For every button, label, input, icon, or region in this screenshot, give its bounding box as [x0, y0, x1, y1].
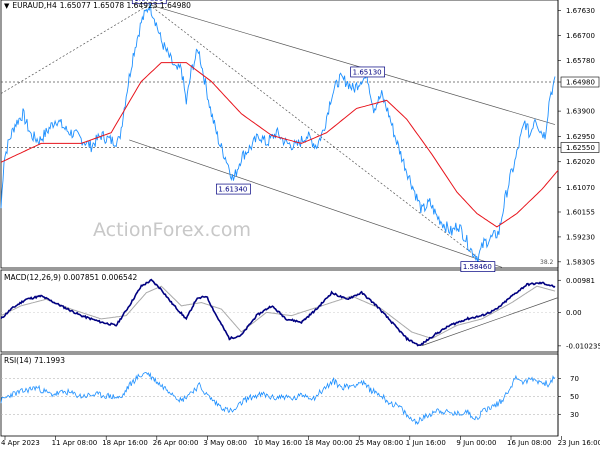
fib-level-label: 38.2 [540, 259, 554, 266]
price-line [0, 2, 556, 264]
macd-y-tick-label: 0.00 [566, 309, 582, 317]
price-y-tick-label: 1.66700 [566, 32, 595, 40]
x-tick-label: 4 Apr 2023 [1, 439, 40, 447]
x-tick-label: 26 Apr 00:00 [153, 439, 199, 447]
dropdown-triangle-icon[interactable]: ▼ [4, 2, 9, 10]
macd-y-tick-label: -0.010235 [566, 342, 600, 350]
price-y-tick-label: 1.65780 [566, 57, 595, 65]
price-annotation-label: 1.58460 [463, 263, 492, 271]
x-tick-label: 11 Apr 08:00 [52, 439, 98, 447]
price-y-tick-label: 1.62020 [566, 158, 595, 166]
x-tick-label: 18 Apr 16:00 [102, 439, 148, 447]
macd-trendline [421, 297, 559, 347]
symbol-label: EURAUD,H4 [12, 1, 57, 10]
price-annotation-label: 1.65130 [353, 68, 382, 76]
trendline [129, 139, 503, 268]
price-y-tick-label: 1.67630 [566, 7, 595, 15]
x-tick-label: 18 May 00:00 [305, 439, 353, 447]
rsi-y-tick-label: 50 [570, 393, 579, 401]
x-tick-label: 10 May 16:00 [254, 439, 302, 447]
price-pane-frame [0, 0, 559, 269]
macd-label: MACD(12,26,9) 0.007851 0.006542 [4, 273, 138, 282]
price-chart: ActionForex.com 1.67630 1.66700 1.65780 1.64… [0, 0, 600, 447]
chart-header: ▼ EURAUD,H4 1.65077 1.65078 1.64923 1.64… [4, 1, 191, 10]
price-y-tick-label: 1.63900 [566, 108, 595, 116]
watermark: ActionForex.com [93, 219, 251, 241]
x-tick-label: 3 May 08:00 [203, 439, 247, 447]
price-y-tick-label: 1.62950 [566, 133, 595, 141]
price-y-tick-label: 1.61070 [566, 184, 595, 192]
rsi-line [0, 372, 556, 426]
price-annotation-label: 1.61340 [218, 186, 247, 194]
x-tick-label: 16 Jun 08:00 [507, 439, 551, 447]
price-y-tick-label: 1.58305 [566, 258, 595, 266]
x-tick-label: 25 May 08:00 [355, 439, 403, 447]
macd-y-tick-label: 0.00981 [566, 277, 595, 285]
ohlc-values: 1.65077 1.65078 1.64923 1.64980 [59, 1, 191, 10]
trendline [0, 4, 150, 94]
x-tick-label: 23 Jun 16:00 [558, 439, 600, 447]
x-tick-label: 9 Jun 00:00 [456, 439, 496, 447]
price-y-tick-label: 1.59230 [566, 233, 595, 241]
price-y-tick-label: 1.64980 [566, 79, 595, 87]
rsi-y-tick-label: 70 [570, 375, 579, 383]
rsi-y-tick-label: 30 [570, 411, 579, 419]
rsi-label: RSI(14) 71.1993 [4, 356, 65, 365]
macd-pane-frame [0, 269, 559, 353]
price-y-tick-label: 1.62550 [566, 144, 595, 152]
price-y-tick-label: 1.60155 [566, 208, 595, 216]
x-tick-label: 1 Jun 16:00 [406, 439, 446, 447]
